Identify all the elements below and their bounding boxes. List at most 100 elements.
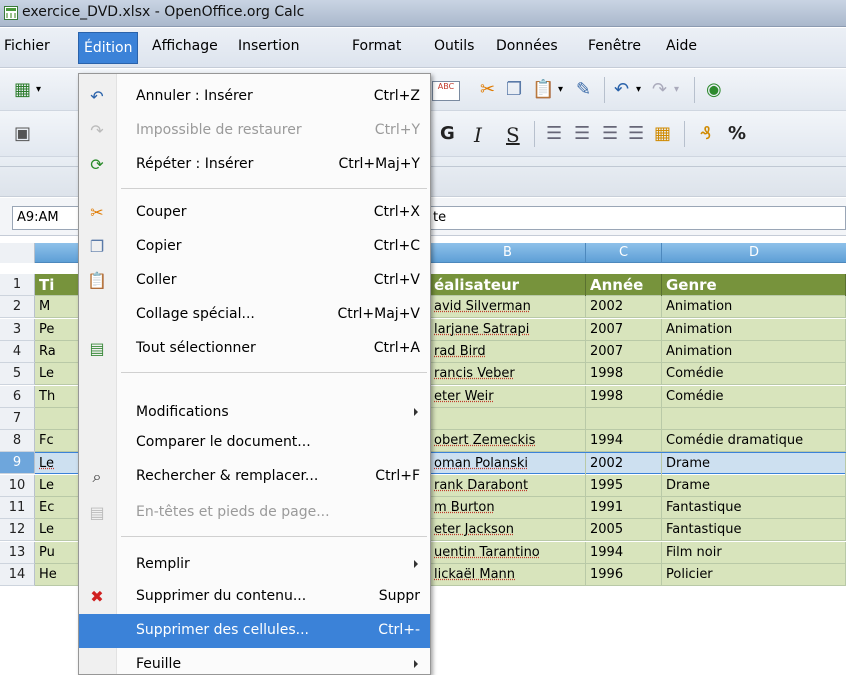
cell-b[interactable]: rank Darabont: [430, 475, 586, 497]
menu-item-delete-contents[interactable]: ✖ Supprimer du contenu... Suppr: [79, 580, 430, 614]
undo-dropdown-icon[interactable]: ▾: [636, 79, 641, 101]
cell-c[interactable]: 2002: [586, 453, 662, 475]
styles-icon[interactable]: ▣: [14, 123, 31, 145]
menu-item-delete-cells[interactable]: Supprimer des cellules... Ctrl+-: [79, 614, 430, 648]
cell-c[interactable]: 1994: [586, 430, 662, 452]
menu-aide[interactable]: Aide: [662, 38, 701, 54]
menu-item-find-replace[interactable]: ⌕ Rechercher & remplacer... Ctrl+F: [79, 460, 430, 494]
bold-button[interactable]: G: [440, 123, 455, 144]
cell-c[interactable]: 1996: [586, 564, 662, 586]
row-header[interactable]: 9: [0, 452, 35, 474]
cell-c[interactable]: 2007: [586, 319, 662, 341]
menu-edition[interactable]: Édition: [78, 32, 139, 64]
cell-c[interactable]: 1991: [586, 497, 662, 519]
row-header[interactable]: 1: [0, 274, 35, 296]
cell-d[interactable]: Comédie: [662, 386, 846, 408]
column-header-c[interactable]: C: [586, 243, 662, 263]
cell-c[interactable]: [586, 408, 662, 430]
align-right-icon[interactable]: ☰: [602, 123, 618, 145]
menu-item-select-all[interactable]: ▤ Tout sélectionner Ctrl+A: [79, 332, 430, 366]
row-header[interactable]: 6: [0, 386, 35, 408]
cell-b[interactable]: [430, 408, 586, 430]
undo-toolbar-icon[interactable]: ↶: [614, 79, 629, 101]
merge-cells-icon[interactable]: ▦: [654, 123, 671, 145]
cell-d[interactable]: Animation: [662, 341, 846, 363]
cell-c[interactable]: 1998: [586, 363, 662, 385]
cell-b[interactable]: uentin Tarantino: [430, 542, 586, 564]
cell-c[interactable]: 1995: [586, 475, 662, 497]
row-header[interactable]: 4: [0, 341, 35, 363]
select-all-corner[interactable]: [0, 243, 35, 263]
cell-b[interactable]: obert Zemeckis: [430, 430, 586, 452]
menu-item-paste[interactable]: 📋 Coller Ctrl+V: [79, 264, 430, 298]
menu-fenetre[interactable]: Fenêtre: [584, 38, 645, 54]
cell-c[interactable]: 1998: [586, 386, 662, 408]
paste-toolbar-icon[interactable]: 📋: [532, 79, 554, 101]
cut-toolbar-icon[interactable]: ✂: [480, 79, 495, 101]
new-document-icon[interactable]: ▦: [14, 79, 31, 101]
menu-item-sheet[interactable]: Feuille: [79, 648, 430, 675]
cell-d[interactable]: Drame: [662, 453, 846, 475]
row-header[interactable]: 2: [0, 296, 35, 318]
row-header[interactable]: 10: [0, 475, 35, 497]
cell-c[interactable]: 2007: [586, 341, 662, 363]
row-header[interactable]: 5: [0, 363, 35, 385]
currency-format-icon[interactable]: ₰: [700, 123, 711, 145]
cell-b[interactable]: lickaël Mann: [430, 564, 586, 586]
cell-c[interactable]: 1994: [586, 542, 662, 564]
new-dropdown-icon[interactable]: ▾: [36, 79, 41, 101]
cell-c[interactable]: 2005: [586, 519, 662, 541]
percent-format-button[interactable]: %: [728, 123, 746, 144]
column-header-d[interactable]: D: [662, 243, 846, 263]
cell-d[interactable]: Fantastique: [662, 497, 846, 519]
menu-format[interactable]: Format: [348, 38, 405, 54]
cell-d[interactable]: Film noir: [662, 542, 846, 564]
row-header[interactable]: 12: [0, 519, 35, 541]
row-header[interactable]: 11: [0, 497, 35, 519]
row-header[interactable]: 13: [0, 542, 35, 564]
cell-c[interactable]: 2002: [586, 296, 662, 318]
cell-d[interactable]: [662, 408, 846, 430]
menu-item-paste-special[interactable]: Collage spécial... Ctrl+Maj+V: [79, 298, 430, 332]
row-header[interactable]: 14: [0, 564, 35, 586]
menu-fichier[interactable]: Fichier: [0, 38, 54, 54]
paste-dropdown-icon[interactable]: ▾: [558, 79, 563, 101]
menu-item-fill[interactable]: Remplir: [79, 548, 430, 582]
underline-button[interactable]: S: [506, 123, 520, 147]
menu-item-repeat[interactable]: ⟳ Répéter : Insérer Ctrl+Maj+Y: [79, 148, 430, 182]
align-left-icon[interactable]: ☰: [546, 123, 562, 145]
redo-toolbar-icon[interactable]: ↷: [652, 79, 667, 101]
column-header-b[interactable]: B: [430, 243, 586, 263]
spellcheck-icon[interactable]: ABC: [432, 81, 460, 101]
clone-format-icon[interactable]: ✎: [576, 79, 591, 101]
copy-toolbar-icon[interactable]: ❐: [506, 79, 522, 101]
cell-d[interactable]: Animation: [662, 319, 846, 341]
cell-b[interactable]: oman Polanski: [430, 453, 586, 475]
menu-affichage[interactable]: Affichage: [148, 38, 222, 54]
row-header[interactable]: 3: [0, 319, 35, 341]
menu-insertion[interactable]: Insertion: [234, 38, 303, 54]
menu-outils[interactable]: Outils: [430, 38, 478, 54]
menu-item-cut[interactable]: ✂ Couper Ctrl+X: [79, 196, 430, 230]
cell-d[interactable]: Comédie dramatique: [662, 430, 846, 452]
cell-d[interactable]: Drame: [662, 475, 846, 497]
menu-item-headers-footers[interactable]: ▤ En-têtes et pieds de page...: [79, 496, 430, 530]
row-header[interactable]: 8: [0, 430, 35, 452]
name-box[interactable]: A9:AM: [12, 206, 80, 230]
cell-c[interactable]: Année: [586, 274, 662, 296]
menu-item-copy[interactable]: ❐ Copier Ctrl+C: [79, 230, 430, 264]
cell-b[interactable]: eter Weir: [430, 386, 586, 408]
redo-dropdown-icon[interactable]: ▾: [674, 79, 679, 101]
cell-d[interactable]: Animation: [662, 296, 846, 318]
cell-d[interactable]: Genre: [662, 274, 846, 296]
justify-icon[interactable]: ☰: [628, 123, 644, 145]
cell-b[interactable]: rad Bird: [430, 341, 586, 363]
cell-d[interactable]: Policier: [662, 564, 846, 586]
cell-d[interactable]: Comédie: [662, 363, 846, 385]
row-header[interactable]: 7: [0, 408, 35, 430]
navigator-icon[interactable]: ◉: [706, 79, 722, 101]
cell-b[interactable]: m Burton: [430, 497, 586, 519]
italic-button[interactable]: I: [474, 123, 482, 147]
cell-b[interactable]: larjane Satrapi: [430, 319, 586, 341]
cell-b[interactable]: éalisateur: [430, 274, 586, 296]
